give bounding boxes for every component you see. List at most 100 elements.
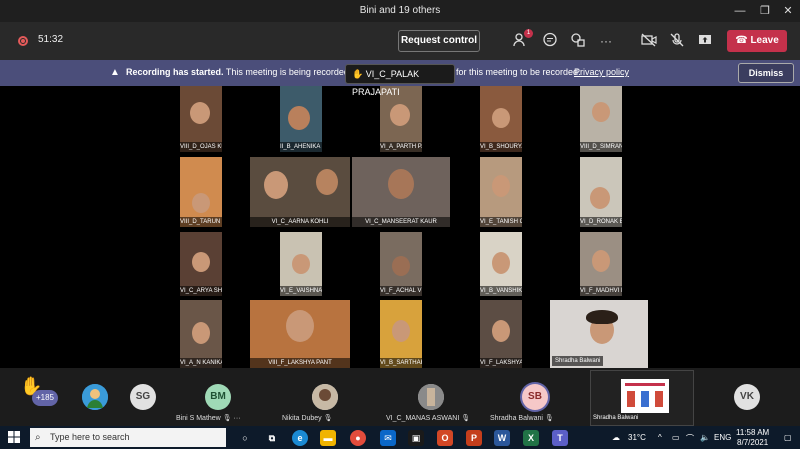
network-icon[interactable]: ▭	[672, 433, 680, 442]
share-screen-icon[interactable]	[696, 32, 714, 50]
tile-name: VI_C_MANSEERAT KAUR	[352, 217, 450, 227]
clock-date: 8/7/2021	[737, 438, 769, 447]
windows-start-icon[interactable]	[8, 431, 20, 446]
edge-icon[interactable]: e	[292, 430, 308, 446]
video-tile[interactable]: II_B_AHENIKA MUKHOPADHI...	[280, 86, 322, 152]
clock-time: 11:58 AM	[736, 428, 770, 437]
video-tile[interactable]: VI_B_VANSHIKA SONI	[480, 232, 522, 296]
avatar[interactable]	[312, 384, 338, 410]
meeting-toolbar: 51:32 Request control 1 ··· ☎ Leave	[0, 22, 800, 60]
teams-icon[interactable]: T	[552, 430, 568, 446]
task-view-icon[interactable]: ⧉	[264, 430, 280, 446]
search-placeholder: Type here to search	[50, 432, 130, 442]
privacy-policy-link[interactable]: Privacy policy	[574, 67, 629, 77]
tray-chevron-icon[interactable]: ^	[658, 433, 662, 442]
video-tile[interactable]: VI_F_ACHAL VISHWAKARMA	[380, 232, 422, 296]
avatar[interactable]	[82, 384, 108, 410]
avatar[interactable]	[418, 384, 444, 410]
banner-message-after: for this meeting to be recorded.	[456, 67, 581, 77]
more-icon[interactable]: ···	[234, 415, 241, 422]
tile-name: II_B_AHENIKA MUKHOPADHI...	[280, 142, 322, 152]
wifi-icon[interactable]: ⌒	[686, 433, 694, 444]
language-indicator[interactable]: ENG	[714, 433, 731, 442]
recording-icon	[18, 36, 28, 46]
participant-name: Shradha Balwani 🎙	[490, 415, 554, 422]
mail-icon[interactable]: ✉	[380, 430, 396, 446]
chrome-icon[interactable]: ●	[350, 430, 366, 446]
dismiss-button[interactable]: Dismiss	[738, 63, 794, 83]
tile-name: VI_F_LAKSHYA SHARMA	[480, 358, 522, 368]
more-actions-icon[interactable]: ···	[597, 32, 615, 50]
avatar[interactable]: VK	[734, 384, 760, 410]
avatar[interactable]: BM	[205, 384, 231, 410]
video-tile[interactable]: VI_A_N KANIKA RAJ	[180, 300, 222, 368]
participants-icon[interactable]: 1	[512, 29, 533, 50]
video-tile[interactable]: VI_C_AARNA KOHLI	[250, 157, 350, 227]
search-icon: ⌕	[35, 432, 41, 443]
notifications-icon[interactable]: ▢	[784, 433, 792, 442]
file-explorer-icon[interactable]: ▬	[320, 430, 336, 446]
banner-text: Recording has started. This meeting is b…	[126, 67, 369, 77]
camera-off-icon[interactable]	[640, 32, 658, 50]
shared-content-preview[interactable]: Shradha Balwani	[590, 370, 694, 426]
windows-taskbar: ⌕ Type here to search ○ ⧉ e ▬ ● ✉ ▣ O P …	[0, 426, 800, 449]
video-tile[interactable]: VI_C_MANSEERAT KAUR	[352, 157, 450, 227]
tile-name: VIII_D_TARUN S	[180, 217, 222, 227]
video-tile[interactable]: VI_F_LAKSHYA SHARMA	[480, 300, 522, 368]
banner-title: Recording has started.	[126, 67, 224, 77]
video-tile[interactable]: Shradha Balwani	[550, 300, 648, 368]
video-tile[interactable]: VI_E_TANISH CHOUDHARY	[480, 157, 522, 227]
tile-name: VI_C_ARYA SHARMA	[180, 286, 222, 296]
close-icon[interactable]: ✕	[778, 3, 798, 19]
tile-name: VI_A_N KANIKA RAJ	[180, 358, 222, 368]
participant-name: Bini S Mathew 🎙 ···	[176, 415, 241, 422]
warning-icon: ▲	[110, 67, 120, 78]
video-tile[interactable]: VI_E_VAISHNAVI GUPTA	[280, 232, 322, 296]
powerpoint-icon[interactable]: P	[466, 430, 482, 446]
cortana-icon[interactable]: ○	[237, 430, 253, 446]
avatar[interactable]: SB	[522, 384, 548, 410]
mic-off-icon: 🎙	[544, 415, 554, 422]
minimize-icon[interactable]: —	[730, 3, 750, 19]
video-tile[interactable]: VIII_D_TARUN S	[180, 157, 222, 227]
leave-label: Leave	[750, 35, 779, 46]
video-tile[interactable]: VI_B_SHOURYA SHUKLA	[480, 86, 522, 152]
raised-hand-tooltip: ✋ VI_C_PALAK PRAJAPATI	[345, 64, 455, 97]
mic-off-icon: 🎙	[222, 415, 232, 422]
video-tile[interactable]: VI_D_RONAK BIRLA	[580, 157, 622, 227]
reactions-icon[interactable]	[569, 32, 587, 50]
office-icon[interactable]: O	[437, 430, 453, 446]
tile-name: VI_F_MADHVI KUSHWAHA	[580, 286, 622, 296]
raised-hands-count[interactable]: +185	[32, 390, 58, 406]
volume-icon[interactable]: 🔈	[700, 433, 710, 442]
request-control-button[interactable]: Request control	[398, 30, 480, 52]
weather-temp[interactable]: 31°C	[628, 433, 646, 442]
video-tile[interactable]: VIII_D_OJAS KULSHRESTHA	[180, 86, 222, 152]
phone-hangup-icon: ☎	[735, 35, 748, 46]
maximize-icon[interactable]: ❐	[755, 3, 775, 19]
participants-badge: 1	[524, 29, 533, 38]
word-icon[interactable]: W	[494, 430, 510, 446]
participant-name: VI_C_MANAS ASWANI 🎙	[386, 415, 471, 422]
photos-icon[interactable]: ▣	[408, 430, 424, 446]
clock[interactable]: 11:58 AM 8/7/2021	[736, 428, 769, 448]
window-title: Bini and 19 others	[359, 5, 441, 16]
video-tile[interactable]: VI_B_SARTHAK GUPTA	[380, 300, 422, 368]
tile-name: VIII_F_LAKSHYA PANT	[250, 358, 350, 368]
weather-icon[interactable]: ☁	[612, 433, 620, 442]
tile-name: VI_F_ACHAL VISHWAKARMA	[380, 286, 422, 296]
tile-name: VI_B_SARTHAK GUPTA	[380, 358, 422, 368]
excel-icon[interactable]: X	[523, 430, 539, 446]
taskbar-search-input[interactable]: ⌕ Type here to search	[30, 428, 226, 447]
video-tile[interactable]: VI_C_ARYA SHARMA	[180, 232, 222, 296]
video-tile[interactable]: VIII_D_SIMRANJEET KAUR	[580, 86, 622, 152]
video-tile[interactable]: VIII_F_LAKSHYA PANT	[250, 300, 350, 368]
selfview-name: Shradha Balwani	[593, 415, 639, 421]
tile-name: Shradha Balwani	[552, 356, 604, 366]
leave-button[interactable]: ☎ Leave	[727, 30, 787, 52]
avatar[interactable]: SG	[130, 384, 156, 410]
mic-off-icon[interactable]	[668, 32, 686, 50]
video-tile[interactable]: VI_F_MADHVI KUSHWAHA	[580, 232, 622, 296]
chat-icon[interactable]	[541, 32, 559, 50]
video-gallery: VIII_D_OJAS KULSHRESTHA II_B_AHENIKA MUK…	[0, 86, 800, 368]
